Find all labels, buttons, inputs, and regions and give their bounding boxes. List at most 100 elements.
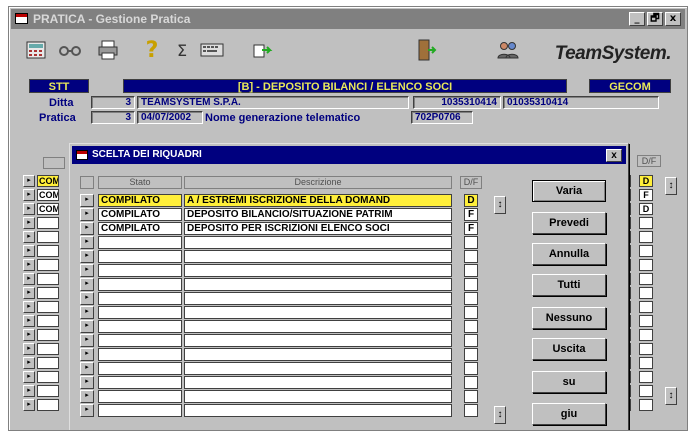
scroll-down-button[interactable]: ↕	[494, 406, 506, 424]
df-cell[interactable]	[464, 348, 478, 361]
row-selector[interactable]: ▸	[23, 203, 35, 215]
descrizione-cell[interactable]: A / ESTREMI ISCRIZIONE DELLA DOMAND	[184, 194, 452, 207]
stato-cell[interactable]: COMPILATO	[98, 222, 182, 235]
bg-stato-cell[interactable]	[37, 259, 59, 271]
table-row[interactable]: ▸	[23, 287, 59, 299]
stato-cell[interactable]	[98, 320, 182, 333]
row-selector[interactable]: ▸	[23, 329, 35, 341]
table-row[interactable]: ▸ COMPILATO DEPOSITO BILANCIO/SITUAZIONE…	[80, 208, 490, 221]
printer-icon[interactable]	[95, 37, 121, 63]
bg-df-cell[interactable]	[639, 343, 653, 355]
bg-stato-cell[interactable]	[37, 287, 59, 299]
row-selector[interactable]: ▸	[80, 306, 94, 319]
tutti-button[interactable]: Tutti	[532, 274, 606, 296]
bg-stato-cell[interactable]: COM	[37, 175, 59, 187]
bg-stato-cell[interactable]	[37, 371, 59, 383]
partita-iva-field[interactable]: 1035310414	[413, 96, 501, 109]
descrizione-cell[interactable]	[184, 376, 452, 389]
df-cell[interactable]	[464, 362, 478, 375]
annulla-button[interactable]: Annulla	[532, 243, 606, 265]
bg-stato-cell[interactable]	[37, 399, 59, 411]
row-selector[interactable]: ▸	[23, 189, 35, 201]
descrizione-cell[interactable]	[184, 278, 452, 291]
sigma-icon[interactable]: Σ	[169, 37, 195, 63]
descrizione-cell[interactable]	[184, 236, 452, 249]
df-cell[interactable]: F	[464, 222, 478, 235]
table-row[interactable]: ▸	[80, 278, 490, 291]
descrizione-cell[interactable]	[184, 334, 452, 347]
table-row[interactable]: ▸	[23, 315, 59, 327]
row-selector[interactable]: ▸	[80, 208, 94, 221]
bg-stato-cell[interactable]	[37, 357, 59, 369]
stato-cell[interactable]	[98, 334, 182, 347]
table-row[interactable]: ▸	[23, 329, 59, 341]
nome-generazione-field[interactable]: 702P0706	[411, 111, 473, 124]
table-row[interactable]: ▸	[80, 376, 490, 389]
col-header-df[interactable]: D/F	[460, 176, 482, 189]
table-row[interactable]: ▸	[80, 250, 490, 263]
stato-cell[interactable]	[98, 292, 182, 305]
col-header-descrizione[interactable]: Descrizione	[184, 176, 452, 189]
table-row[interactable]: ▸	[23, 273, 59, 285]
df-cell[interactable]	[464, 334, 478, 347]
nessuno-button[interactable]: Nessuno	[532, 307, 606, 329]
row-selector[interactable]: ▸	[80, 222, 94, 235]
export-icon[interactable]	[251, 37, 277, 63]
row-selector[interactable]: ▸	[80, 334, 94, 347]
row-selector[interactable]: ▸	[23, 245, 35, 257]
scroll-up-button[interactable]: ↕	[494, 196, 506, 214]
descrizione-cell[interactable]	[184, 320, 452, 333]
pratica-date-field[interactable]: 04/07/2002	[137, 111, 203, 124]
table-row[interactable]: ▸	[80, 334, 490, 347]
row-selector[interactable]: ▸	[80, 376, 94, 389]
bg-stato-cell[interactable]	[37, 385, 59, 397]
exit-door-icon[interactable]	[413, 37, 439, 63]
stato-cell[interactable]: COMPILATO	[98, 208, 182, 221]
calculator-icon[interactable]	[23, 37, 49, 63]
table-row[interactable]: ▸	[23, 231, 59, 243]
bg-df-cell[interactable]	[639, 399, 653, 411]
table-row[interactable]: ▸	[23, 385, 59, 397]
table-row[interactable]: ▸ COMPILATO DEPOSITO PER ISCRIZIONI ELEN…	[80, 222, 490, 235]
descrizione-cell[interactable]	[184, 264, 452, 277]
row-selector[interactable]: ▸	[80, 390, 94, 403]
glasses-icon[interactable]	[57, 37, 83, 63]
row-selector[interactable]: ▸	[23, 175, 35, 187]
df-cell[interactable]	[464, 264, 478, 277]
bg-df-cell[interactable]: D	[639, 175, 653, 187]
table-row[interactable]: ▸	[23, 245, 59, 257]
bg-stato-cell[interactable]: COM	[37, 189, 59, 201]
bg-df-cell[interactable]: F	[639, 189, 653, 201]
bg-stato-cell[interactable]: COM	[37, 203, 59, 215]
ditta-name-field[interactable]: TEAMSYSTEM S.P.A.	[137, 96, 409, 109]
table-row[interactable]: ▸	[80, 390, 490, 403]
bg-df-cell[interactable]	[639, 287, 653, 299]
table-row[interactable]: ▸	[80, 404, 490, 417]
row-selector[interactable]: ▸	[80, 250, 94, 263]
descrizione-cell[interactable]	[184, 292, 452, 305]
pratica-number-field[interactable]: 3	[91, 111, 135, 124]
close-button[interactable]: x	[665, 12, 681, 26]
dialog-close-button[interactable]: x	[606, 149, 622, 162]
df-cell[interactable]	[464, 278, 478, 291]
stato-cell[interactable]	[98, 250, 182, 263]
minimize-button[interactable]: _	[629, 12, 645, 26]
table-row[interactable]: ▸ COM	[23, 189, 59, 201]
row-selector[interactable]: ▸	[80, 278, 94, 291]
bg-scroll-down-button[interactable]: ↕	[665, 387, 677, 405]
bg-df-cell[interactable]	[639, 231, 653, 243]
descrizione-cell[interactable]: DEPOSITO BILANCIO/SITUAZIONE PATRIM	[184, 208, 452, 221]
table-row[interactable]: ▸	[80, 292, 490, 305]
table-row[interactable]: ▸	[80, 236, 490, 249]
codice-fiscale-field[interactable]: 01035310414	[503, 96, 659, 109]
ditta-number-field[interactable]: 3	[91, 96, 135, 109]
help-icon[interactable]: ?	[139, 37, 165, 63]
row-selector[interactable]: ▸	[23, 231, 35, 243]
df-cell[interactable]: F	[464, 208, 478, 221]
table-row[interactable]: ▸	[23, 357, 59, 369]
row-selector[interactable]: ▸	[80, 264, 94, 277]
table-row[interactable]: ▸	[23, 371, 59, 383]
df-cell[interactable]	[464, 236, 478, 249]
prevedi-button[interactable]: Prevedi	[532, 212, 606, 234]
bg-df-cell[interactable]	[639, 329, 653, 341]
